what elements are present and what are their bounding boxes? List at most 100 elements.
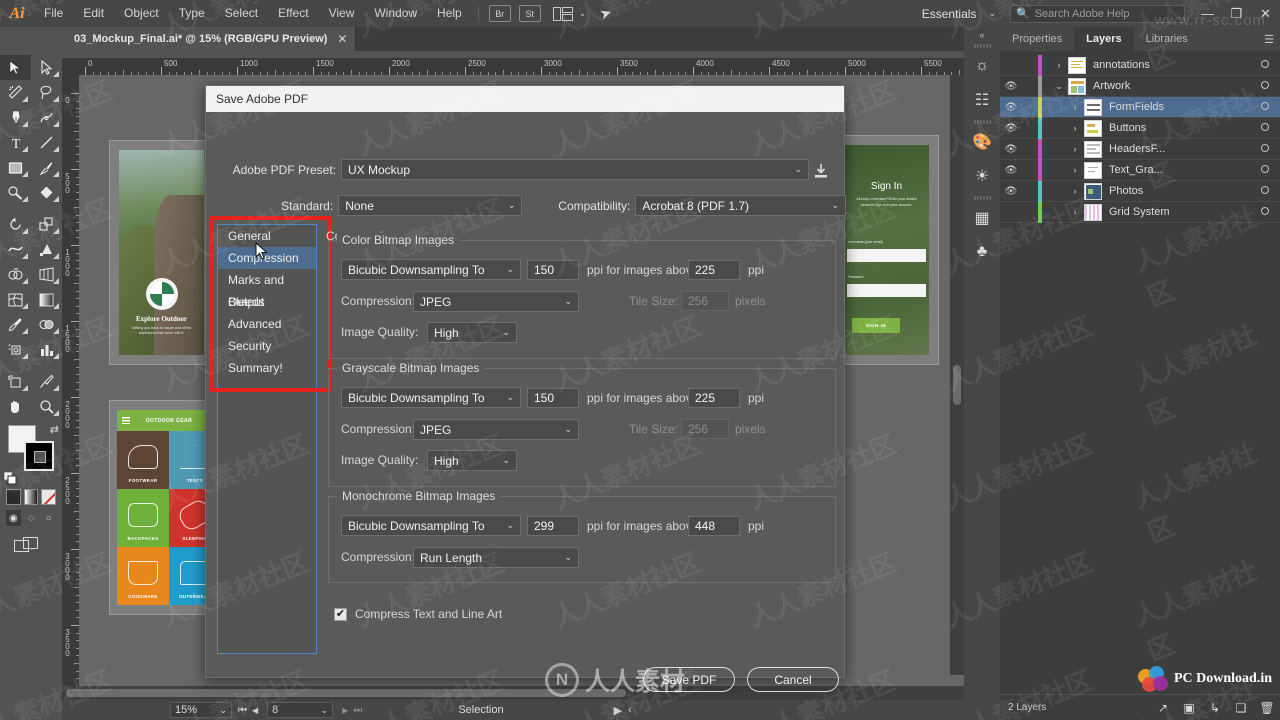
perspective-grid-tool[interactable]	[31, 262, 62, 287]
target-indicator[interactable]	[1250, 122, 1280, 134]
table-row[interactable]: 👁 ⌄ Artwork	[1000, 75, 1280, 97]
visibility-toggle-icon[interactable]: 👁	[1000, 102, 1022, 113]
visibility-toggle-icon[interactable]: 👁	[1000, 165, 1022, 176]
draw-inside-icon[interactable]: ○	[41, 510, 56, 526]
preset-select[interactable]: UX Mockup ⌄	[341, 159, 809, 180]
artboard-number-field[interactable]: 8 ⌄	[267, 702, 334, 718]
vertical-ruler[interactable]: 0 500 1000 1500 2000 2500 3000 3500	[62, 75, 79, 700]
symbol-sprayer-tool[interactable]	[0, 337, 31, 362]
zoom-level-control[interactable]: 15% ⌄	[170, 702, 232, 718]
gear-tile[interactable]: COOKWARE	[117, 547, 169, 605]
mesh-tool[interactable]	[0, 287, 31, 312]
chevron-down-icon[interactable]: ⌄	[564, 552, 572, 563]
tab-libraries[interactable]: Libraries	[1134, 27, 1200, 51]
swap-fill-stroke-icon[interactable]: ⇄	[50, 423, 59, 436]
target-indicator[interactable]	[1250, 206, 1280, 218]
table-row[interactable]: › annotations	[1000, 54, 1280, 76]
menu-window[interactable]: Window	[364, 0, 427, 27]
zoom-tool[interactable]	[31, 394, 62, 419]
monochrome-sampling-select[interactable]: Bicubic Downsampling To ⌄	[341, 515, 521, 536]
standard-select[interactable]: None ⌄	[338, 195, 523, 216]
status-resize-icon[interactable]: ‹	[628, 704, 632, 716]
chevron-right-icon[interactable]: ›	[1066, 123, 1084, 133]
stroke-swatch[interactable]	[24, 441, 54, 471]
free-transform-tool[interactable]	[31, 237, 62, 262]
table-row[interactable]: 👁 › Text_Gra...	[1000, 159, 1280, 181]
chevron-down-icon[interactable]: ⌄	[831, 200, 839, 211]
chevron-right-icon[interactable]: ›	[1066, 165, 1084, 175]
chevron-down-icon[interactable]: ⌄	[506, 264, 514, 275]
create-new-layer-icon[interactable]: ❏	[1228, 701, 1254, 715]
expand-panels-icon[interactable]: «	[964, 29, 1000, 41]
target-indicator[interactable]	[1250, 164, 1280, 176]
line-segment-tool[interactable]	[31, 130, 62, 155]
direct-selection-tool[interactable]	[31, 55, 62, 80]
nav-item-security[interactable]: Security	[218, 335, 316, 357]
blend-tool[interactable]	[31, 312, 62, 337]
vertical-scrollbar[interactable]	[950, 75, 964, 675]
tab-layers[interactable]: Layers	[1074, 27, 1134, 51]
target-indicator[interactable]	[1250, 185, 1280, 197]
horizontal-scrollbar[interactable]	[62, 686, 1000, 700]
menu-type[interactable]: Type	[169, 0, 215, 27]
gradient-rail-icon[interactable]: ☀	[964, 159, 1000, 193]
first-artboard-icon[interactable]: ⏮	[238, 705, 247, 716]
nav-item-compression[interactable]: Compression	[218, 247, 316, 269]
shaper-tool[interactable]	[0, 180, 31, 205]
grayscale-sampling-select[interactable]: Bicubic Downsampling To ⌄	[341, 387, 521, 408]
workspace-chevron-down-icon[interactable]: ⌄	[988, 8, 996, 19]
color-palette-icon[interactable]: 🎨	[964, 125, 1000, 159]
menu-help[interactable]: Help	[427, 0, 472, 27]
close-icon[interactable]: ✕	[337, 32, 347, 46]
chevron-right-icon[interactable]: ›	[1066, 102, 1084, 112]
magic-wand-tool[interactable]	[0, 80, 31, 105]
chevron-down-icon[interactable]: ⌄	[1050, 81, 1068, 92]
table-row[interactable]: 👁 › HeadersF...	[1000, 138, 1280, 160]
selection-tool[interactable]	[0, 55, 31, 80]
default-fill-stroke-icon[interactable]	[3, 471, 17, 485]
type-tool[interactable]: T	[0, 130, 31, 155]
change-screen-mode-icon[interactable]	[0, 526, 62, 557]
menu-edit[interactable]: Edit	[73, 0, 114, 27]
color-ppi-input[interactable]: 150	[527, 260, 579, 280]
nav-item-general[interactable]: General	[218, 225, 316, 247]
draw-behind-icon[interactable]: ◌	[24, 510, 39, 526]
chevron-right-icon[interactable]: ›	[1066, 207, 1084, 217]
chevron-down-icon[interactable]: ⌄	[564, 296, 572, 307]
chevron-down-icon[interactable]: ⌄	[321, 705, 329, 716]
artwork-signin-screen[interactable]: Sign In Already a member? Enter your det…	[844, 145, 929, 355]
signin-password-input[interactable]	[847, 284, 926, 297]
share-icon[interactable]: ➤	[598, 4, 615, 24]
create-sublayer-icon[interactable]: ↳	[1202, 701, 1228, 715]
grayscale-quality-select[interactable]: High ⌄	[427, 450, 517, 471]
width-tool[interactable]	[0, 237, 31, 262]
make-clipping-mask-icon[interactable]: ▣	[1176, 701, 1202, 715]
compress-text-checkbox[interactable]: ✔	[334, 607, 347, 621]
chevron-down-icon[interactable]: ⌄	[564, 424, 572, 435]
table-row[interactable]: 👁 › Photos	[1000, 180, 1280, 202]
target-indicator[interactable]	[1250, 80, 1280, 92]
chevron-right-icon[interactable]: ›	[1066, 186, 1084, 196]
none-swatch-button[interactable]	[41, 489, 57, 505]
nav-item-marks-and-bleeds[interactable]: Marks and Bleeds	[218, 269, 316, 309]
curvature-tool[interactable]	[31, 105, 62, 130]
last-artboard-icon[interactable]: ⏭	[353, 705, 362, 716]
menu-view[interactable]: View	[319, 0, 365, 27]
status-more-icon[interactable]: ▶	[614, 704, 622, 717]
layers-rail-icon[interactable]: ☷	[964, 83, 1000, 117]
chevron-down-icon[interactable]: ⌄	[506, 392, 514, 403]
table-row[interactable]: › Grid System	[1000, 201, 1280, 223]
grayscale-threshold-input[interactable]: 225	[688, 388, 740, 408]
nav-item-advanced[interactable]: Advanced	[218, 313, 316, 335]
signin-email-input[interactable]	[847, 249, 926, 262]
stock-icon[interactable]: St	[518, 5, 541, 22]
gradient-swatch-button[interactable]	[23, 489, 39, 505]
locate-object-icon[interactable]: ↗	[1150, 701, 1176, 715]
grayscale-ppi-input[interactable]: 150	[527, 388, 579, 408]
chevron-down-icon[interactable]: ⌄	[506, 520, 514, 531]
target-indicator[interactable]	[1250, 143, 1280, 155]
artwork-explore-outdoor-splash[interactable]: Explore Outdoor Getting you back to natu…	[119, 150, 204, 355]
chevron-right-icon[interactable]: ›	[1050, 60, 1068, 70]
target-indicator[interactable]	[1250, 101, 1280, 113]
save-preset-icon[interactable]	[812, 162, 830, 184]
